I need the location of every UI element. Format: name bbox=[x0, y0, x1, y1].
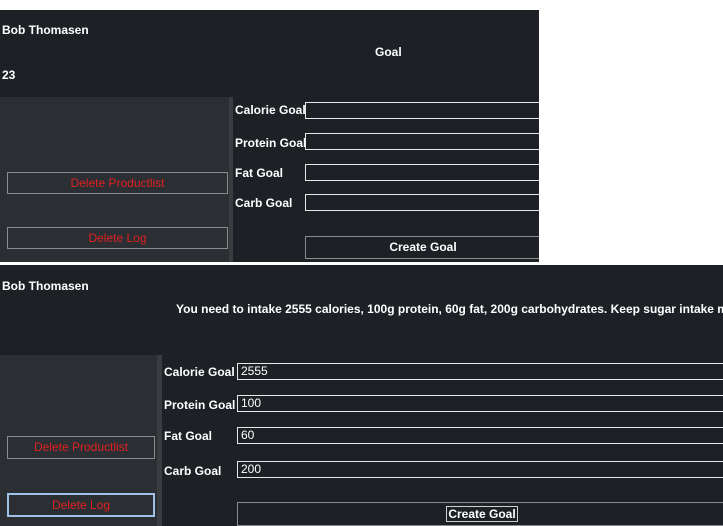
carb-goal-label: Carb Goal bbox=[235, 196, 293, 210]
protein-goal-input[interactable]: 100 bbox=[237, 395, 723, 412]
fat-goal-input[interactable]: 60 bbox=[237, 427, 723, 444]
protein-goal-label: Protein Goal bbox=[164, 398, 236, 412]
goal-message: Goal bbox=[375, 45, 402, 59]
protein-goal-label: Protein Goal bbox=[235, 136, 307, 150]
goal-form: Calorie Goal Protein Goal Fat Goal Carb … bbox=[233, 97, 539, 262]
user-name: Bob Thomasen bbox=[2, 23, 89, 37]
goal-window-before: Bob Thomasen 23 Goal Delete Productlist … bbox=[0, 10, 539, 262]
protein-goal-input[interactable] bbox=[305, 133, 539, 150]
goal-window-after: Bob Thomasen 23 You need to intake 2555 … bbox=[0, 265, 723, 526]
goal-message: You need to intake 2555 calories, 100g p… bbox=[176, 302, 723, 316]
calorie-goal-input[interactable]: 2555 bbox=[237, 363, 723, 380]
fat-goal-input[interactable] bbox=[305, 164, 539, 181]
carb-goal-input[interactable]: 200 bbox=[237, 461, 723, 478]
delete-productlist-button[interactable]: Delete Productlist bbox=[7, 172, 228, 194]
sidebar: Delete Productlist Delete Log bbox=[0, 97, 229, 262]
create-goal-label: Create Goal bbox=[389, 240, 457, 254]
carb-goal-label: Carb Goal bbox=[164, 464, 222, 478]
header-bar: Bob Thomasen 23 You need to intake 2555 … bbox=[0, 265, 723, 340]
user-age: 23 bbox=[2, 68, 16, 82]
calorie-goal-label: Calorie Goal bbox=[164, 365, 235, 379]
create-goal-button[interactable]: Create Goal bbox=[305, 236, 539, 259]
carb-goal-input[interactable] bbox=[305, 194, 539, 211]
sidebar: Delete Productlist Delete Log bbox=[0, 355, 157, 526]
calorie-goal-label: Calorie Goal bbox=[235, 103, 306, 117]
header-extension bbox=[0, 325, 723, 355]
create-goal-button[interactable]: Create Goal bbox=[237, 502, 723, 526]
calorie-goal-input[interactable] bbox=[305, 102, 539, 119]
delete-log-button[interactable]: Delete Log bbox=[7, 493, 155, 517]
create-goal-label: Create Goal bbox=[446, 506, 518, 522]
fat-goal-label: Fat Goal bbox=[164, 429, 213, 443]
goal-form: Calorie Goal 2555 Protein Goal 100 Fat G… bbox=[162, 355, 723, 526]
delete-productlist-button[interactable]: Delete Productlist bbox=[7, 436, 155, 459]
fat-goal-label: Fat Goal bbox=[235, 166, 284, 180]
user-name: Bob Thomasen bbox=[2, 279, 89, 293]
header-bar: Bob Thomasen 23 Goal bbox=[0, 10, 539, 97]
delete-log-button[interactable]: Delete Log bbox=[7, 227, 228, 249]
